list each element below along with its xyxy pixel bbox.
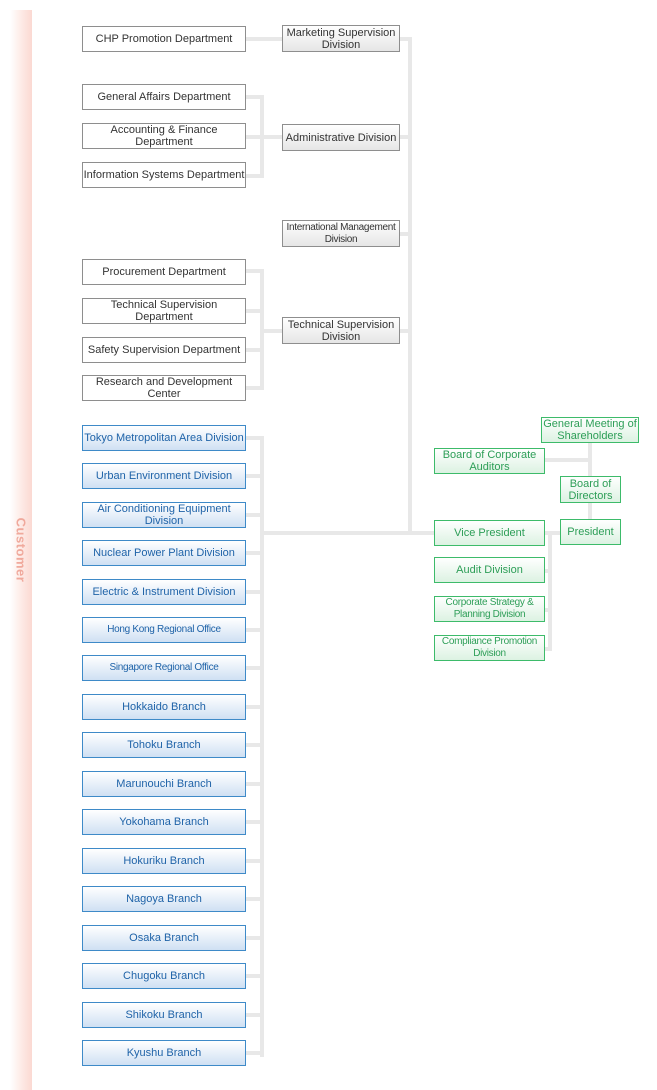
operating-unit[interactable]: Osaka Branch bbox=[82, 925, 246, 951]
connector bbox=[246, 1051, 264, 1055]
operating-unit[interactable]: Hokkaido Branch bbox=[82, 694, 246, 720]
operating-unit[interactable]: Air Conditioning Equipment Division bbox=[82, 502, 246, 528]
connector bbox=[246, 820, 264, 824]
operating-unit[interactable]: Tokyo Metropolitan Area Division bbox=[82, 425, 246, 451]
connector bbox=[246, 551, 264, 555]
operating-unit[interactable]: Singapore Regional Office bbox=[82, 655, 246, 681]
dept-technical-supervision[interactable]: Technical Supervision Department bbox=[82, 298, 246, 324]
connector bbox=[246, 782, 264, 786]
connector bbox=[264, 329, 282, 333]
operating-unit[interactable]: Tohoku Branch bbox=[82, 732, 246, 758]
operating-unit[interactable]: Hong Kong Regional Office bbox=[82, 617, 246, 643]
connector bbox=[246, 666, 264, 670]
operating-unit[interactable]: Nuclear Power Plant Division bbox=[82, 540, 246, 566]
connector bbox=[246, 436, 264, 440]
division-international-management[interactable]: International Management Division bbox=[282, 220, 400, 247]
connector bbox=[400, 329, 412, 333]
audit-division[interactable]: Audit Division bbox=[434, 557, 545, 583]
dept-safety-supervision[interactable]: Safety Supervision Department bbox=[82, 337, 246, 363]
board-of-directors[interactable]: Board of Directors bbox=[560, 476, 621, 503]
division-marketing-supervision[interactable]: Marketing Supervision Division bbox=[282, 25, 400, 52]
connector bbox=[400, 232, 412, 236]
operating-unit[interactable]: Kyushu Branch bbox=[82, 1040, 246, 1066]
customer-label: Customer bbox=[13, 517, 29, 583]
operating-unit[interactable]: Marunouchi Branch bbox=[82, 771, 246, 797]
connector bbox=[246, 859, 264, 863]
operating-unit[interactable]: Hokuriku Branch bbox=[82, 848, 246, 874]
operating-unit[interactable]: Yokohama Branch bbox=[82, 809, 246, 835]
operating-unit[interactable]: Urban Environment Division bbox=[82, 463, 246, 489]
operating-unit[interactable]: Chugoku Branch bbox=[82, 963, 246, 989]
compliance-promotion-division[interactable]: Compliance Promotion Division bbox=[434, 635, 545, 661]
connector bbox=[260, 531, 436, 535]
operating-unit[interactable]: Nagoya Branch bbox=[82, 886, 246, 912]
connector bbox=[408, 37, 412, 533]
connector bbox=[545, 569, 551, 573]
connector bbox=[545, 608, 551, 612]
connector bbox=[246, 974, 264, 978]
dept-procurement[interactable]: Procurement Department bbox=[82, 259, 246, 285]
connector bbox=[246, 628, 264, 632]
connector bbox=[246, 590, 264, 594]
division-technical-supervision[interactable]: Technical Supervision Division bbox=[282, 317, 400, 344]
dept-research-development[interactable]: Research and Development Center bbox=[82, 375, 246, 401]
board-of-corporate-auditors[interactable]: Board of Corporate Auditors bbox=[434, 448, 545, 474]
connector bbox=[246, 743, 264, 747]
connector bbox=[246, 513, 264, 517]
vice-president[interactable]: Vice President bbox=[434, 520, 545, 546]
connector bbox=[246, 474, 264, 478]
connector bbox=[246, 936, 264, 940]
president[interactable]: President bbox=[560, 519, 621, 545]
connector bbox=[260, 95, 264, 178]
connector bbox=[246, 37, 282, 41]
operating-unit[interactable]: Shikoku Branch bbox=[82, 1002, 246, 1028]
connector bbox=[400, 135, 412, 139]
operating-unit[interactable]: Electric & Instrument Division bbox=[82, 579, 246, 605]
dept-accounting-finance[interactable]: Accounting & Finance Department bbox=[82, 123, 246, 149]
dept-chp-promotion[interactable]: CHP Promotion Department bbox=[82, 26, 246, 52]
connector bbox=[548, 531, 552, 651]
connector bbox=[545, 458, 590, 462]
connector bbox=[246, 897, 264, 901]
dept-general-affairs[interactable]: General Affairs Department bbox=[82, 84, 246, 110]
corporate-strategy-planning-division[interactable]: Corporate Strategy & Planning Division bbox=[434, 596, 545, 622]
connector bbox=[246, 705, 264, 709]
dept-information-systems[interactable]: Information Systems Department bbox=[82, 162, 246, 188]
connector bbox=[545, 647, 551, 651]
connector bbox=[260, 437, 264, 1057]
general-meeting-of-shareholders[interactable]: General Meeting of Shareholders bbox=[541, 417, 639, 443]
division-administrative[interactable]: Administrative Division bbox=[282, 124, 400, 151]
connector bbox=[246, 135, 282, 139]
connector bbox=[246, 1013, 264, 1017]
